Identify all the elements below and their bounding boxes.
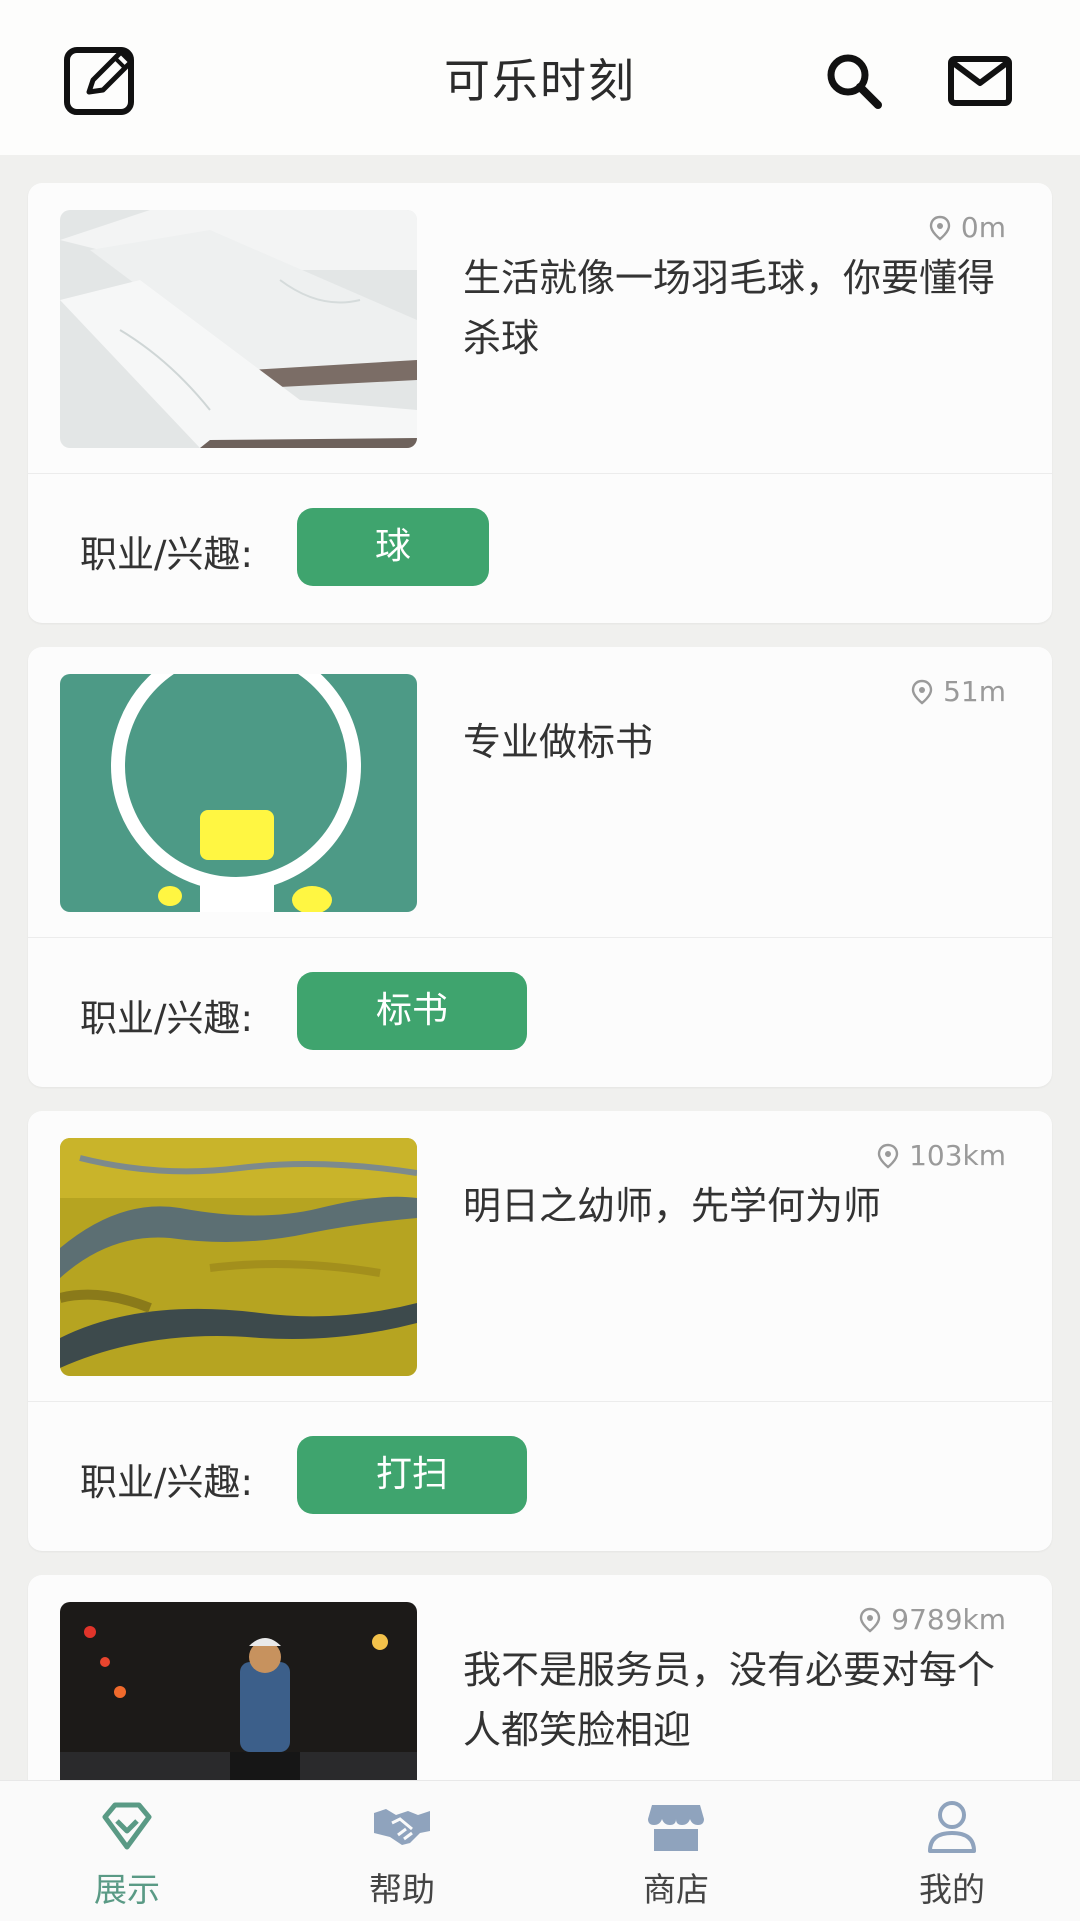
post-feed[interactable]: 0m 生活就像一场羽毛球，你要懂得杀球 职业/兴趣: 球 51m 专业做标书 职… (0, 155, 1080, 1780)
distance-label: 103km (877, 1139, 1006, 1172)
top-app-bar: 可乐时刻 (0, 0, 1080, 155)
store-icon (648, 1805, 704, 1851)
page-title: 可乐时刻 (444, 54, 636, 108)
tab-store[interactable]: 商店 (596, 1781, 756, 1921)
tag-label: 职业/兴趣: (80, 533, 253, 576)
tab-help[interactable]: 帮助 (322, 1781, 482, 1921)
diamond-icon (102, 1802, 152, 1850)
interest-tag[interactable]: 打扫 (297, 1436, 527, 1514)
post-image (60, 1138, 417, 1376)
interest-tag[interactable]: 球 (297, 508, 489, 586)
post-card[interactable]: 51m 专业做标书 职业/兴趣: 标书 (28, 647, 1052, 1087)
user-icon (928, 1801, 976, 1853)
distance-label: 51m (911, 675, 1006, 708)
mail-button[interactable] (942, 46, 1018, 116)
mail-icon (948, 56, 1012, 106)
post-card[interactable]: 9789km 我不是服务员，没有必要对每个人都笑脸相迎 (28, 1575, 1052, 1780)
post-card[interactable]: 103km 明日之幼师，先学何为师 职业/兴趣: 打扫 (28, 1111, 1052, 1551)
post-description: 明日之幼师，先学何为师 (463, 1184, 882, 1228)
post-description: 专业做标书 (463, 720, 654, 764)
location-pin-icon (929, 215, 951, 241)
search-button[interactable] (816, 46, 892, 116)
distance-label: 9789km (859, 1603, 1006, 1636)
location-pin-icon (911, 679, 933, 705)
post-image (60, 210, 417, 448)
handshake-icon (374, 1809, 430, 1845)
edit-button[interactable] (58, 40, 144, 122)
post-card[interactable]: 0m 生活就像一场羽毛球，你要懂得杀球 职业/兴趣: 球 (28, 183, 1052, 623)
post-description: 我不是服务员，没有必要对每个人都笑脸相迎 (463, 1648, 996, 1752)
edit-icon (64, 47, 134, 115)
post-description: 生活就像一场羽毛球，你要懂得杀球 (463, 256, 996, 360)
tab-label: 帮助 (369, 1870, 435, 1909)
tab-profile[interactable]: 我的 (872, 1781, 1032, 1921)
tab-label: 商店 (643, 1870, 709, 1909)
location-pin-icon (877, 1143, 899, 1169)
post-image (60, 674, 417, 912)
search-icon (827, 54, 882, 109)
post-image (60, 1602, 417, 1780)
bottom-tab-bar: 展示 帮助 商店 我的 (0, 1780, 1080, 1921)
tab-label: 展示 (94, 1870, 160, 1909)
interest-tag[interactable]: 标书 (297, 972, 527, 1050)
distance-label: 0m (929, 211, 1006, 244)
location-pin-icon (860, 1607, 881, 1633)
tag-label: 职业/兴趣: (80, 997, 253, 1040)
tag-label: 职业/兴趣: (80, 1461, 253, 1504)
tab-label: 我的 (919, 1870, 985, 1909)
tab-showcase[interactable]: 展示 (47, 1781, 207, 1921)
